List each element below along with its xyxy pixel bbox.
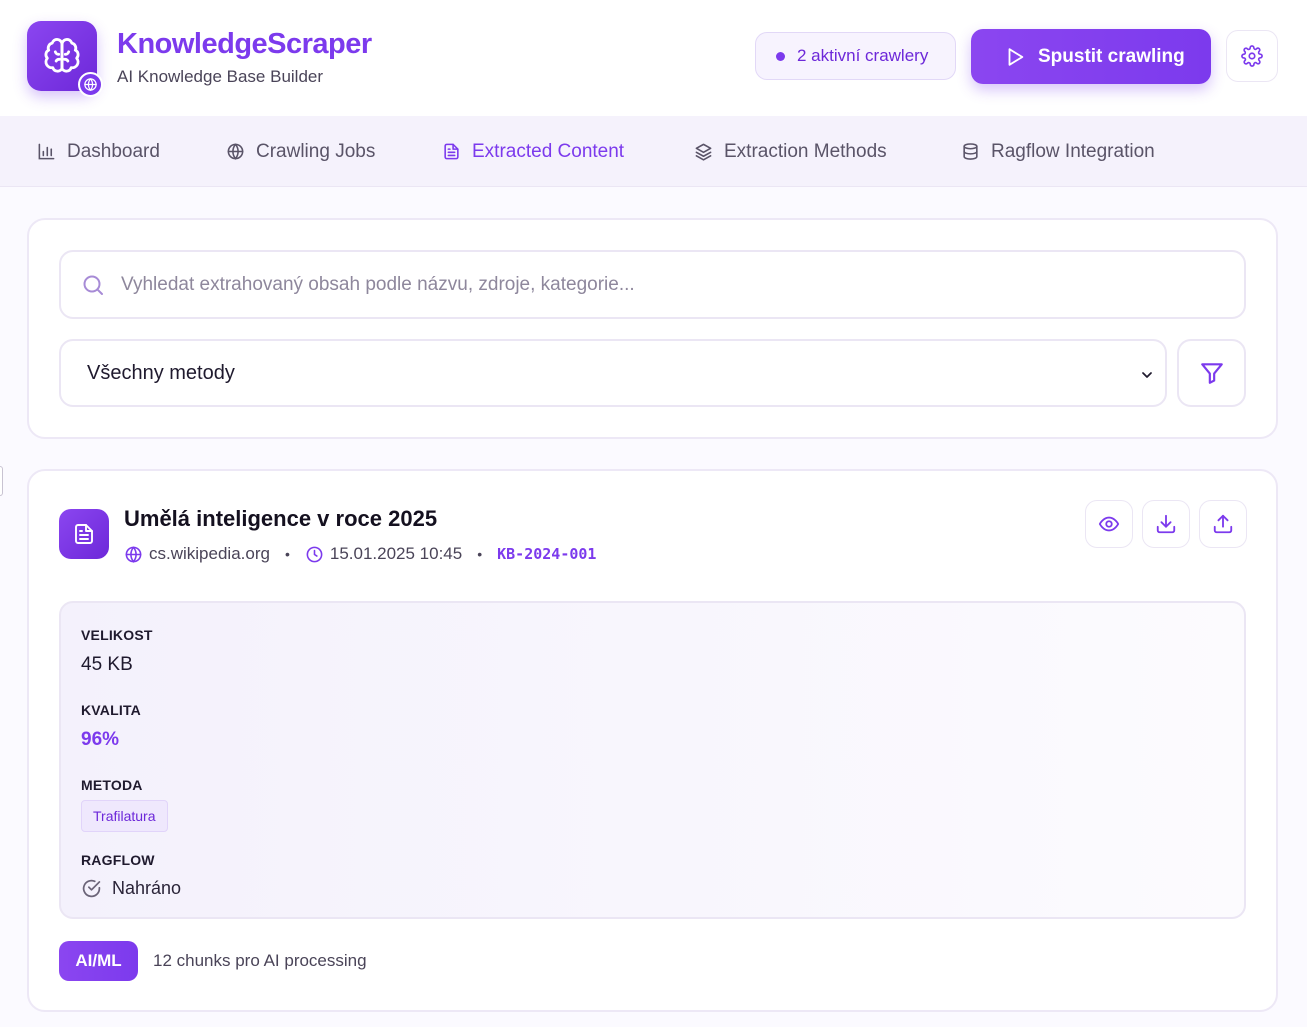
play-icon xyxy=(1008,47,1024,66)
scroll-handle[interactable] xyxy=(0,466,3,496)
globe-icon xyxy=(125,546,142,563)
database-icon xyxy=(963,143,978,160)
tab-ragflow-integration[interactable]: Ragflow Integration xyxy=(961,116,1155,187)
ragflow-status-label: Nahráno xyxy=(112,877,182,898)
method-label: METODA xyxy=(81,777,143,793)
tab-label: Ragflow Integration xyxy=(991,140,1155,162)
eye-icon xyxy=(1098,516,1120,532)
ragflow-label: RAGFLOW xyxy=(81,852,155,868)
method-chip: Trafilatura xyxy=(81,800,168,832)
tab-extraction-methods[interactable]: Extraction Methods xyxy=(694,116,887,187)
status-dot xyxy=(776,51,785,61)
filter-button[interactable] xyxy=(1177,339,1246,407)
upload-button[interactable] xyxy=(1199,500,1247,548)
meta-separator: • xyxy=(284,546,290,562)
quality-value: 96% xyxy=(81,729,120,750)
clock-icon xyxy=(306,546,323,562)
check-circle-icon xyxy=(82,879,101,897)
main-tabs: Dashboard Crawling Jobs Extracted Conten… xyxy=(0,116,1307,187)
method-select[interactable]: Všechny metody xyxy=(59,339,1167,407)
ragflow-status: Nahráno xyxy=(81,877,181,899)
chevron-down-icon xyxy=(1142,372,1152,378)
tab-label: Crawling Jobs xyxy=(256,140,376,162)
meta-separator: • xyxy=(477,546,483,562)
filter-icon xyxy=(1200,363,1223,384)
extracted-date: 15.01.2025 10:45 xyxy=(329,544,463,563)
category-badge[interactable]: AI/ML xyxy=(59,941,138,981)
app-header: KnowledgeScraper AI Knowledge Base Build… xyxy=(0,0,1307,116)
download-icon xyxy=(1156,514,1176,534)
download-button[interactable] xyxy=(1142,500,1190,548)
app-subtitle: AI Knowledge Base Builder xyxy=(117,67,324,86)
method-select-value: Všechny metody xyxy=(87,361,235,384)
settings-button[interactable] xyxy=(1226,30,1278,82)
app-title: KnowledgeScraper xyxy=(117,28,372,60)
layers-icon xyxy=(695,143,712,161)
content-item-title[interactable]: Umělá inteligence v roce 2025 xyxy=(124,506,437,532)
bar-chart-icon xyxy=(38,143,55,160)
tab-label: Dashboard xyxy=(67,140,160,162)
active-crawlers-label: 2 aktivní crawlery xyxy=(797,46,929,65)
search-field[interactable] xyxy=(59,250,1246,319)
document-icon xyxy=(444,143,459,160)
quality-label: KVALITA xyxy=(81,702,141,718)
globe-badge-icon xyxy=(78,72,103,97)
upload-icon xyxy=(1213,514,1233,534)
gear-icon xyxy=(1241,45,1263,67)
source-domain[interactable]: cs.wikipedia.org xyxy=(149,544,270,564)
search-input[interactable] xyxy=(121,273,1221,296)
size-label: VELIKOST xyxy=(81,627,153,643)
search-icon xyxy=(83,275,103,295)
tab-dashboard[interactable]: Dashboard xyxy=(37,116,160,187)
tab-extracted-content[interactable]: Extracted Content xyxy=(442,116,624,187)
tab-crawling-jobs[interactable]: Crawling Jobs xyxy=(226,116,375,187)
tab-label: Extraction Methods xyxy=(724,140,887,162)
start-crawling-label: Spustit crawling xyxy=(1038,45,1185,67)
tab-label: Extracted Content xyxy=(472,140,625,162)
content-item-meta: cs.wikipedia.org • 15.01.2025 10:45 • KB… xyxy=(124,543,596,565)
chunks-info: 12 chunks pro AI processing xyxy=(153,951,367,970)
globe-icon xyxy=(227,143,244,160)
start-crawling-button[interactable]: Spustit crawling xyxy=(971,29,1211,84)
view-button[interactable] xyxy=(1085,500,1133,548)
content-id: KB-2024-001 xyxy=(497,545,597,563)
document-icon xyxy=(59,509,109,559)
content-details-panel: VELIKOST 45 KB KVALITA 96% METODA Trafil… xyxy=(59,601,1246,919)
active-crawlers-badge[interactable]: 2 aktivní crawlery xyxy=(755,32,956,80)
size-value: 45 KB xyxy=(81,654,133,675)
